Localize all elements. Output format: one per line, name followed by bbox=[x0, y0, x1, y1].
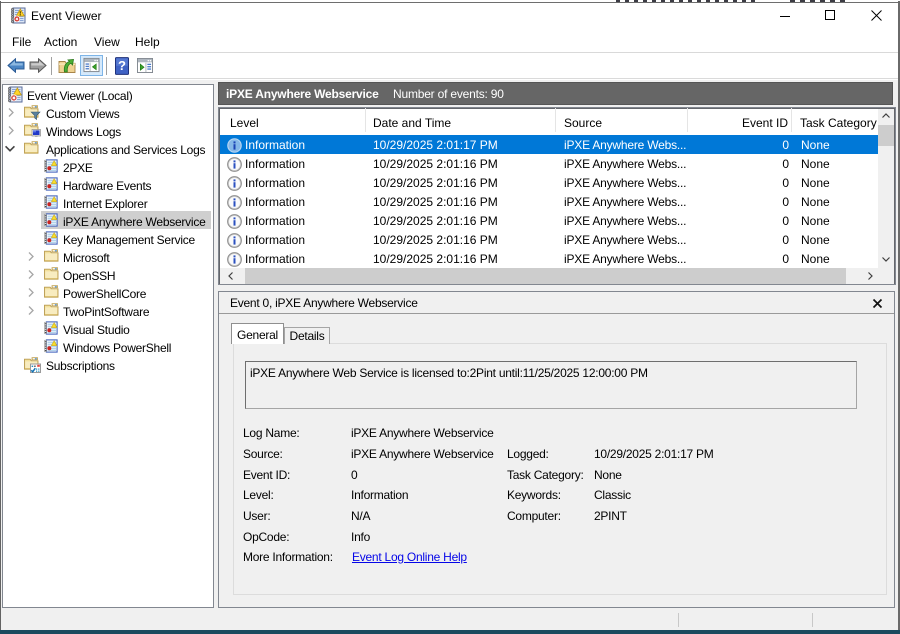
svg-text:?: ? bbox=[118, 58, 126, 73]
